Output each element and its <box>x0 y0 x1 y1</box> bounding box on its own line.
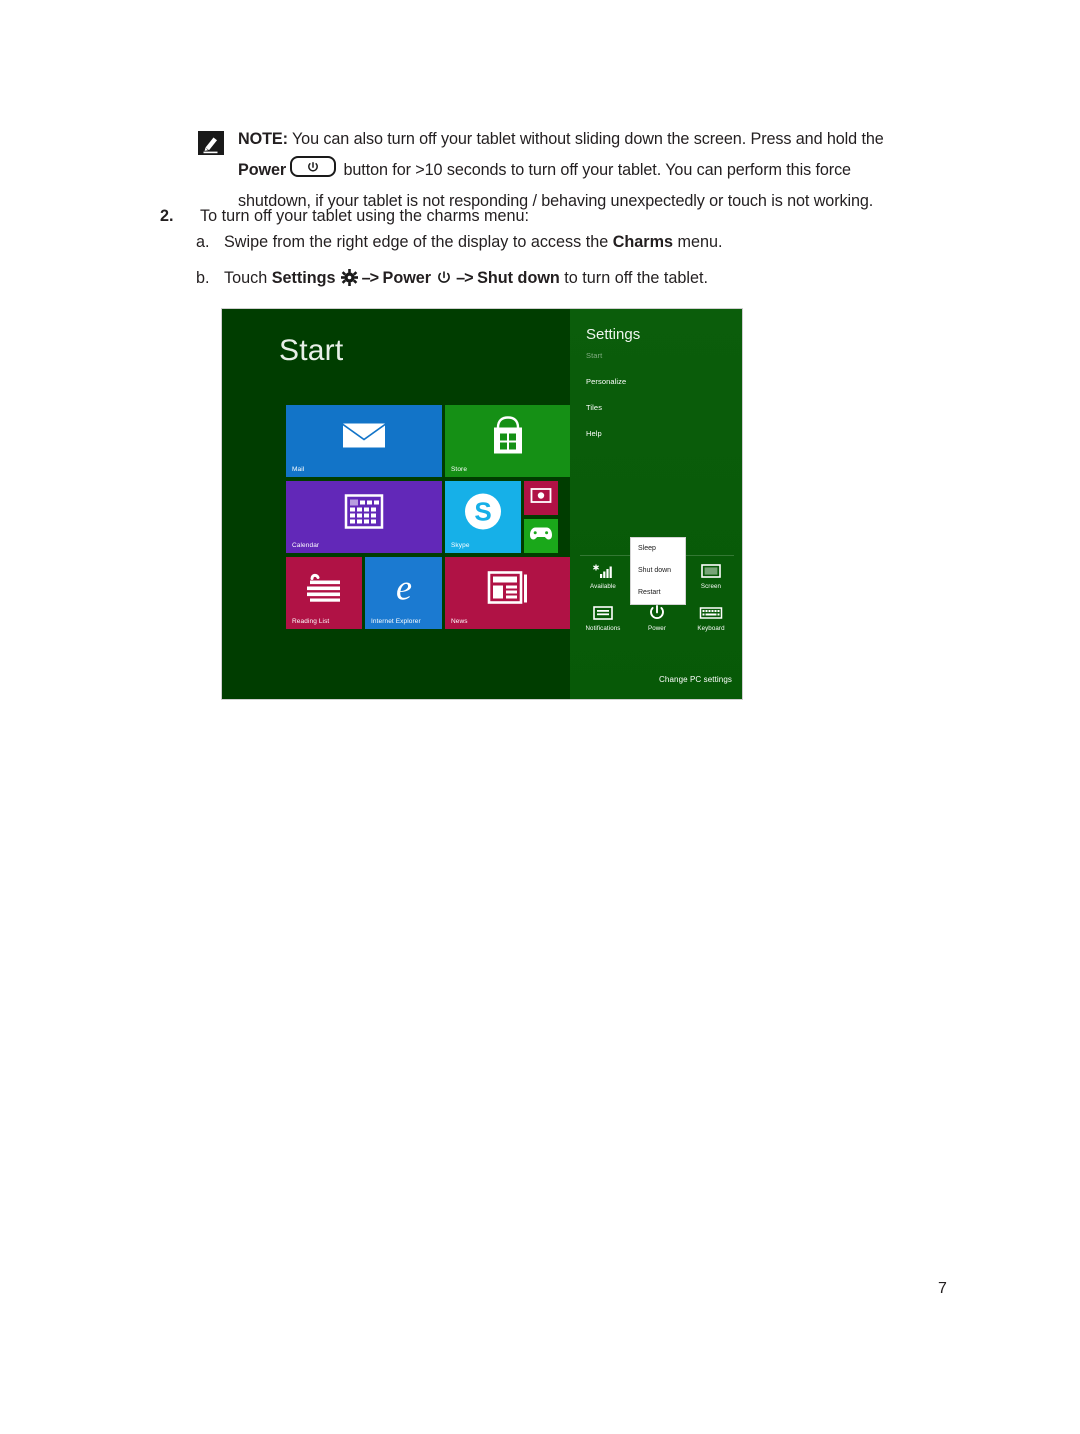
tile-label: Mail <box>292 466 305 473</box>
sub-a-bold: Charms <box>612 233 673 251</box>
charm-setting-keyboard[interactable]: Keyboard <box>686 603 736 632</box>
step-2-number: 2. <box>160 207 174 225</box>
sub-b-shutdown-label: Shut down <box>477 269 560 287</box>
charm-link-start[interactable]: Start <box>586 351 726 360</box>
charm-link-personalize[interactable]: Personalize <box>586 377 726 386</box>
camera-icon <box>530 487 552 510</box>
store-bag-icon <box>487 416 529 461</box>
reading-list-icon <box>302 572 346 609</box>
svg-text:e: e <box>396 568 412 608</box>
xbox-games-icon <box>529 526 553 547</box>
note-pencil-icon <box>198 131 224 155</box>
sub-item-b: b. Touch Settings –> Power –> Shut down to… <box>196 266 956 302</box>
arrow-2: –> <box>456 269 473 287</box>
tile-news[interactable]: News <box>445 557 571 629</box>
tile-label: Internet Explorer <box>371 618 421 625</box>
screen-brightness-icon <box>686 561 736 581</box>
tile-reading-list[interactable]: Reading List <box>286 557 362 629</box>
charm-setting-screen[interactable]: Screen <box>686 561 736 590</box>
charm-setting-available[interactable]: Available <box>578 561 628 590</box>
sub-item-b-text: Touch Settings –> Power –> Shut down to tu… <box>224 269 708 287</box>
calendar-grid-icon <box>344 494 384 535</box>
power-icon <box>436 269 452 293</box>
sub-item-a: a. Swipe from the right edge of the disp… <box>196 230 956 266</box>
skype-icon: S <box>462 491 504 538</box>
charm-title: Settings <box>586 326 641 343</box>
start-screen-pane: Start Mail Store Calendar S Skype Readin… <box>222 309 572 699</box>
start-screen-title: Start <box>279 334 344 367</box>
tile-label: Store <box>451 466 468 473</box>
sub-a-pre: Swipe from the right edge of the display… <box>224 233 613 251</box>
power-icon <box>632 603 682 623</box>
tile-games[interactable] <box>524 519 558 553</box>
charm-setting-label: Power <box>647 625 667 632</box>
step-2-text: To turn off your tablet using the charms… <box>200 207 530 225</box>
news-icon <box>487 571 529 610</box>
sub-b-pre: Touch <box>224 269 272 287</box>
power-menu-item-restart[interactable]: Restart <box>631 582 685 604</box>
note-label: NOTE: <box>238 130 288 148</box>
charm-setting-label: Available <box>590 583 616 590</box>
internet-explorer-icon: e <box>382 568 426 613</box>
svg-text:S: S <box>474 497 491 527</box>
tile-skype[interactable]: S Skype <box>445 481 521 553</box>
change-pc-settings-link[interactable]: Change PC settings <box>659 675 732 684</box>
sub-b-settings-label: Settings <box>271 269 336 287</box>
gear-icon <box>340 269 358 293</box>
step-2-sublist: a. Swipe from the right edge of the disp… <box>196 230 956 302</box>
step-2: 2. To turn off your tablet using the cha… <box>160 204 950 228</box>
charm-setting-notifications[interactable]: Notifications <box>578 603 628 632</box>
sub-item-a-marker: a. <box>196 233 210 251</box>
power-options-menu: Sleep Shut down Restart <box>630 537 686 605</box>
settings-charm-panel: Settings Start Personalize Tiles Help Av… <box>570 309 742 699</box>
tile-mail[interactable]: Mail <box>286 405 442 477</box>
sub-b-power-label: Power <box>382 269 432 287</box>
network-signal-icon <box>578 561 628 581</box>
charm-links: Start Personalize Tiles Help <box>586 351 726 455</box>
tile-label: Reading List <box>292 618 330 625</box>
tile-calendar[interactable]: Calendar <box>286 481 442 553</box>
windows-start-screen-screenshot: Start Mail Store Calendar S Skype Readin… <box>221 308 743 700</box>
charm-setting-label: Notifications <box>585 625 621 632</box>
note-power-word: Power <box>238 161 287 179</box>
note-line1: You can also turn off your tablet withou… <box>287 130 884 148</box>
power-menu-item-shut-down[interactable]: Shut down <box>631 560 685 582</box>
power-menu-item-sleep[interactable]: Sleep <box>631 538 685 560</box>
tile-store[interactable]: Store <box>445 405 571 477</box>
sub-a-post: menu. <box>673 233 723 251</box>
sub-item-b-marker: b. <box>196 269 210 287</box>
charm-link-tiles[interactable]: Tiles <box>586 403 726 412</box>
tile-label: Calendar <box>292 542 320 549</box>
arrow-1: –> <box>361 269 379 287</box>
charm-setting-label: Screen <box>700 583 722 590</box>
charm-link-help[interactable]: Help <box>586 429 726 438</box>
note-line2: button for >10 seconds to turn off your … <box>339 161 851 179</box>
page-number: 7 <box>938 1280 947 1297</box>
charm-setting-label: Keyboard <box>697 625 725 632</box>
tile-internet-explorer[interactable]: e Internet Explorer <box>365 557 442 629</box>
charm-setting-power[interactable]: Power <box>632 603 682 632</box>
tile-label: News <box>451 618 468 625</box>
mail-envelope-icon <box>341 420 387 457</box>
sub-item-a-text: Swipe from the right edge of the display… <box>224 233 723 251</box>
power-button-icon <box>290 156 337 177</box>
sub-b-post: to turn off the tablet. <box>559 269 708 287</box>
notifications-icon <box>578 603 628 623</box>
tile-label: Skype <box>451 542 470 549</box>
tile-camera[interactable] <box>524 481 558 515</box>
keyboard-icon <box>686 603 736 623</box>
